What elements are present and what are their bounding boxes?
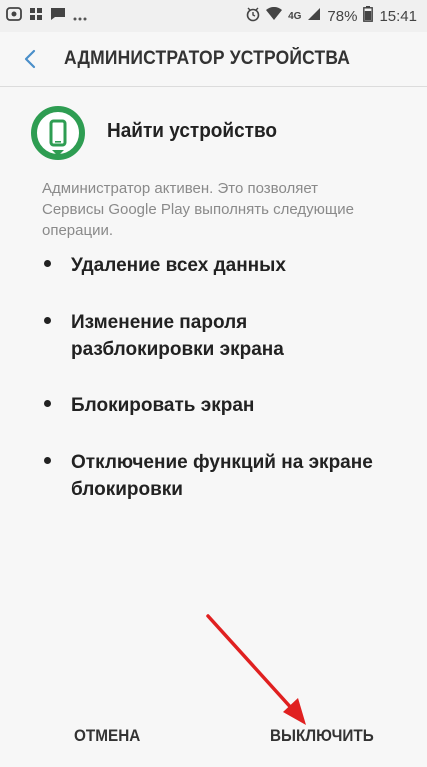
chevron-left-icon — [24, 49, 36, 69]
network-type: 4G — [288, 11, 302, 22]
battery-icon — [363, 6, 374, 27]
permission-text: Блокировать экран — [71, 395, 255, 416]
alarm-icon — [246, 6, 260, 27]
bullet-icon — [44, 260, 51, 267]
apps-grid-icon — [29, 7, 43, 26]
signal-icon — [307, 7, 321, 26]
permission-text: Удаление всех данных — [71, 255, 286, 276]
clock: 15:41 — [379, 8, 417, 25]
bullet-icon — [44, 317, 51, 324]
bullet-icon — [44, 400, 51, 407]
status-bar: 4G 78% 15:41 — [0, 0, 427, 32]
bullet-icon — [44, 457, 51, 464]
disable-button[interactable]: ВЫКЛЮЧИТЬ — [270, 726, 374, 756]
more-dots-icon — [73, 8, 87, 26]
wifi-icon — [266, 6, 283, 26]
page-title: АДМИНИСТРАТОР УСТРОЙСТВА — [64, 48, 351, 69]
admin-description: Администратор активен. Это позволяет Сер… — [42, 180, 354, 239]
app-bar: АДМИНИСТРАТОР УСТРОЙСТВА — [0, 32, 427, 87]
permission-text: Изменение пароля разблокировки экрана — [71, 312, 284, 360]
cast-icon — [6, 7, 22, 26]
message-icon — [50, 7, 66, 26]
cancel-button[interactable]: ОТМЕНА — [74, 726, 140, 756]
find-device-icon — [31, 106, 85, 160]
back-button[interactable] — [18, 46, 44, 72]
app-name: Найти устройство — [107, 120, 278, 142]
permission-text: Отключение функций на экране блокировки — [71, 452, 373, 500]
battery-percent: 78% — [327, 8, 358, 25]
